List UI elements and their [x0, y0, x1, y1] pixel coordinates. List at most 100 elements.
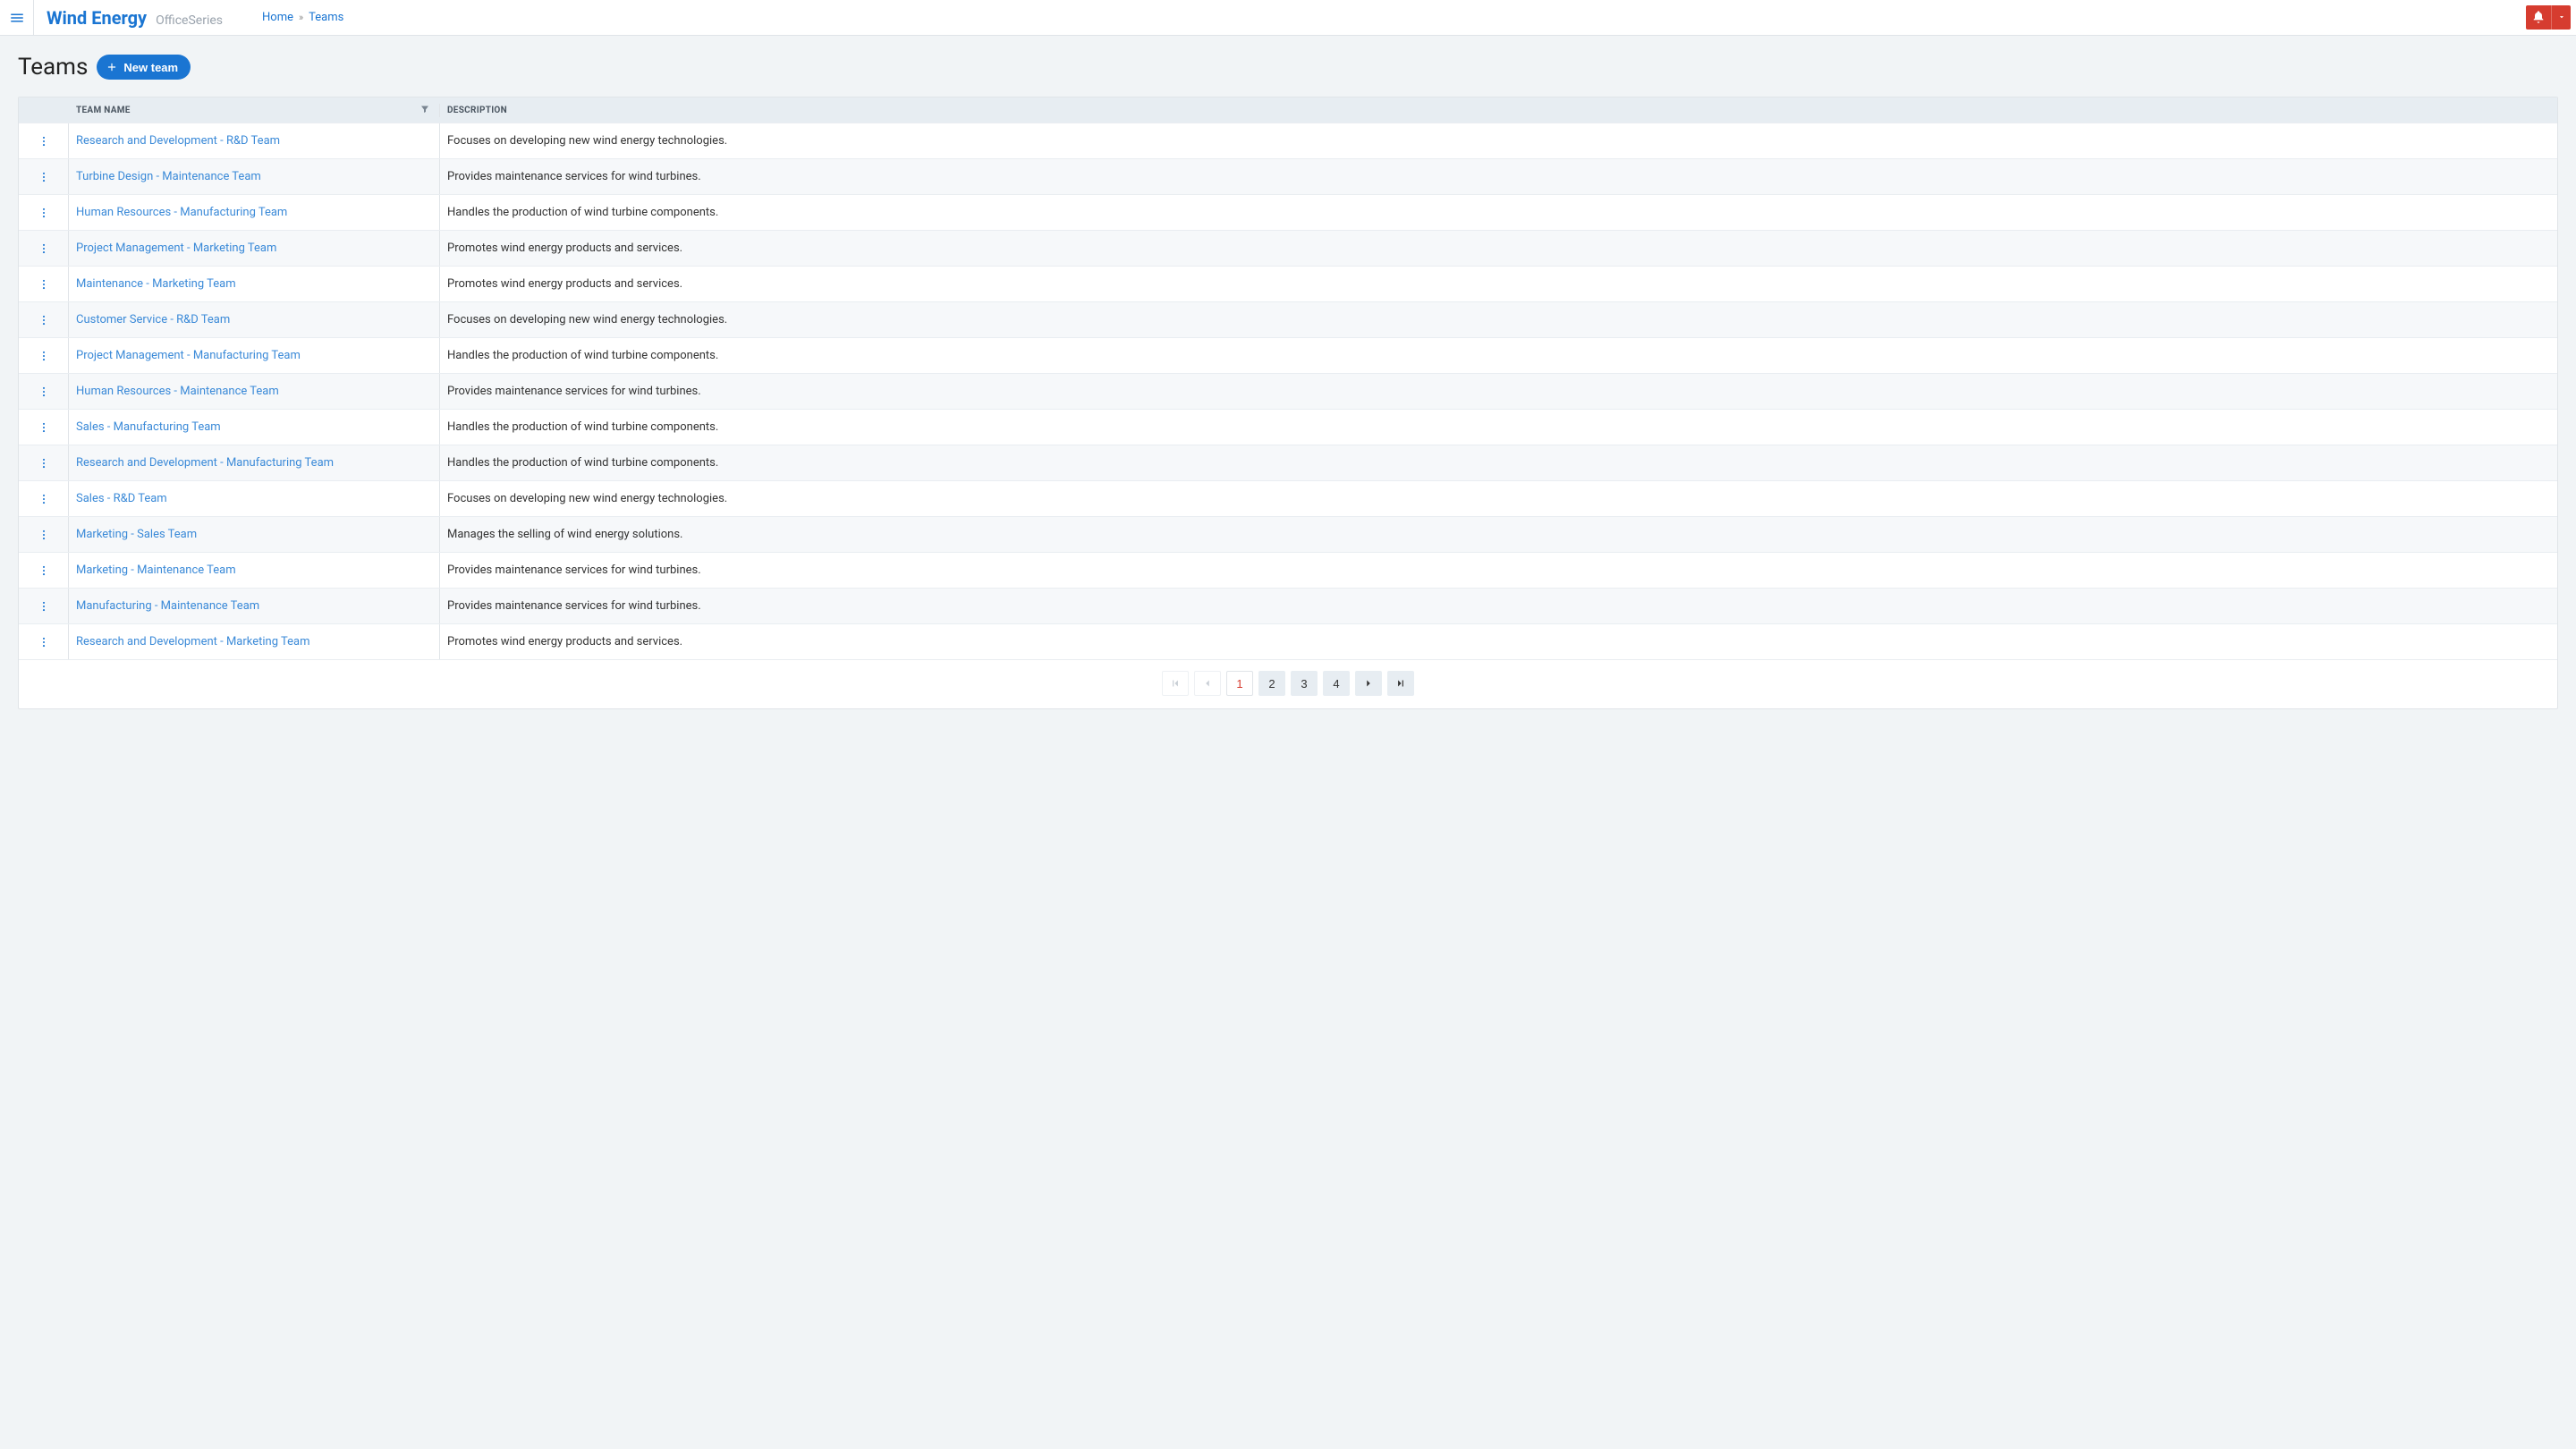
more-vert-icon	[38, 600, 50, 613]
breadcrumb-home[interactable]: Home	[262, 11, 293, 24]
page-last-button[interactable]	[1387, 671, 1414, 696]
notifications-dropdown[interactable]	[2551, 5, 2571, 30]
row-actions[interactable]	[19, 410, 69, 445]
filter-icon	[419, 104, 430, 114]
row-name-cell: Research and Development - Marketing Tea…	[69, 624, 440, 659]
page-number-2[interactable]: 2	[1258, 671, 1285, 696]
row-desc-cell: Provides maintenance services for wind t…	[440, 553, 2557, 588]
row-name-cell: Maintenance - Marketing Team	[69, 267, 440, 301]
page-number-3[interactable]: 3	[1291, 671, 1318, 696]
team-link[interactable]: Marketing - Sales Team	[76, 528, 197, 541]
row-actions[interactable]	[19, 445, 69, 480]
brand-name: Wind Energy	[47, 7, 147, 29]
more-vert-icon	[38, 457, 50, 470]
row-actions[interactable]	[19, 231, 69, 266]
topbar-right	[2526, 0, 2576, 36]
team-link[interactable]: Project Management - Manufacturing Team	[76, 349, 301, 362]
row-name-cell: Human Resources - Maintenance Team	[69, 374, 440, 409]
team-link[interactable]: Human Resources - Maintenance Team	[76, 385, 279, 398]
row-actions[interactable]	[19, 517, 69, 552]
row-name-cell: Project Management - Manufacturing Team	[69, 338, 440, 373]
team-link[interactable]: Human Resources - Manufacturing Team	[76, 206, 287, 219]
row-desc-cell: Focuses on developing new wind energy te…	[440, 123, 2557, 158]
team-link[interactable]: Customer Service - R&D Team	[76, 313, 230, 326]
page-number-4[interactable]: 4	[1323, 671, 1350, 696]
row-actions[interactable]	[19, 159, 69, 194]
new-team-button[interactable]: New team	[97, 55, 191, 80]
row-desc-cell: Handles the production of wind turbine c…	[440, 445, 2557, 480]
plus-icon	[106, 61, 118, 73]
team-link[interactable]: Sales - R&D Team	[76, 492, 167, 505]
team-link[interactable]: Turbine Design - Maintenance Team	[76, 170, 261, 183]
page-title: Teams	[18, 54, 88, 80]
hamburger-icon	[9, 10, 25, 26]
row-name-cell: Research and Development - Manufacturing…	[69, 445, 440, 480]
row-desc-cell: Handles the production of wind turbine c…	[440, 195, 2557, 230]
row-name-cell: Project Management - Marketing Team	[69, 231, 440, 266]
row-actions[interactable]	[19, 195, 69, 230]
page-number-1[interactable]: 1	[1226, 671, 1253, 696]
brand: Wind Energy OfficeSeries	[34, 7, 235, 29]
table-row: Project Management - Marketing Team Promo…	[19, 230, 2557, 266]
team-link[interactable]: Maintenance - Marketing Team	[76, 277, 236, 291]
row-name-cell: Marketing - Maintenance Team	[69, 553, 440, 588]
row-actions[interactable]	[19, 553, 69, 588]
row-actions[interactable]	[19, 302, 69, 337]
topbar: Wind Energy OfficeSeries Home » Teams	[0, 0, 2576, 36]
team-link[interactable]: Sales - Manufacturing Team	[76, 420, 221, 434]
row-name-cell: Sales - Manufacturing Team	[69, 410, 440, 445]
row-actions[interactable]	[19, 267, 69, 301]
notifications-button[interactable]	[2526, 5, 2551, 30]
page-first-button	[1162, 671, 1189, 696]
row-desc-cell: Focuses on developing new wind energy te…	[440, 481, 2557, 516]
col-name-label: TEAM NAME	[76, 106, 131, 115]
row-actions[interactable]	[19, 481, 69, 516]
page-next-button[interactable]	[1355, 671, 1382, 696]
team-link[interactable]: Marketing - Maintenance Team	[76, 564, 236, 577]
team-link[interactable]: Research and Development - Marketing Tea…	[76, 635, 310, 648]
page-prev-button	[1194, 671, 1221, 696]
row-actions[interactable]	[19, 589, 69, 623]
more-vert-icon	[38, 529, 50, 541]
more-vert-icon	[38, 636, 50, 648]
new-team-label: New team	[123, 61, 178, 74]
row-desc-cell: Focuses on developing new wind energy te…	[440, 302, 2557, 337]
filter-name-button[interactable]	[419, 104, 430, 117]
row-desc-cell: Provides maintenance services for wind t…	[440, 159, 2557, 194]
bell-icon	[2531, 10, 2546, 24]
row-desc-cell: Handles the production of wind turbine c…	[440, 338, 2557, 373]
team-link[interactable]: Research and Development - R&D Team	[76, 134, 280, 148]
table-row: Manufacturing - Maintenance TeamProvides…	[19, 588, 2557, 623]
page-body: Teams New team TEAM NAME DESCRIPTION Res…	[0, 36, 2576, 727]
row-desc-cell: Manages the selling of wind energy solut…	[440, 517, 2557, 552]
col-desc-label: DESCRIPTION	[447, 106, 507, 115]
row-actions[interactable]	[19, 374, 69, 409]
table-row: Research and Development - Manufacturing…	[19, 445, 2557, 480]
row-name-cell: Turbine Design - Maintenance Team	[69, 159, 440, 194]
team-link[interactable]: Project Management - Marketing Team	[76, 242, 276, 255]
col-desc-head[interactable]: DESCRIPTION	[440, 106, 2557, 115]
chevron-first-icon	[1169, 677, 1182, 690]
table-row: Sales - R&D Team Focuses on developing ne…	[19, 480, 2557, 516]
table-row: Human Resources - Manufacturing Team Hand…	[19, 194, 2557, 230]
col-name-head[interactable]: TEAM NAME	[69, 104, 440, 117]
row-name-cell: Human Resources - Manufacturing Team	[69, 195, 440, 230]
row-desc-cell: Promotes wind energy products and servic…	[440, 624, 2557, 659]
breadcrumb-current[interactable]: Teams	[309, 11, 343, 24]
menu-toggle[interactable]	[0, 0, 34, 36]
chevron-last-icon	[1394, 677, 1407, 690]
row-desc-cell: Provides maintenance services for wind t…	[440, 374, 2557, 409]
breadcrumb: Home » Teams	[235, 11, 343, 24]
table-row: Human Resources - Maintenance Team Provid…	[19, 373, 2557, 409]
more-vert-icon	[38, 350, 50, 362]
row-desc-cell: Promotes wind energy products and servic…	[440, 231, 2557, 266]
table-row: Maintenance - Marketing TeamPromotes win…	[19, 266, 2557, 301]
row-actions[interactable]	[19, 338, 69, 373]
team-link[interactable]: Research and Development - Manufacturing…	[76, 456, 334, 470]
table-row: Sales - Manufacturing TeamHandles the pr…	[19, 409, 2557, 445]
row-actions[interactable]	[19, 123, 69, 158]
team-link[interactable]: Manufacturing - Maintenance Team	[76, 599, 259, 613]
pagination: 1234	[19, 659, 2557, 708]
teams-table: TEAM NAME DESCRIPTION Research and Devel…	[18, 97, 2558, 709]
row-actions[interactable]	[19, 624, 69, 659]
